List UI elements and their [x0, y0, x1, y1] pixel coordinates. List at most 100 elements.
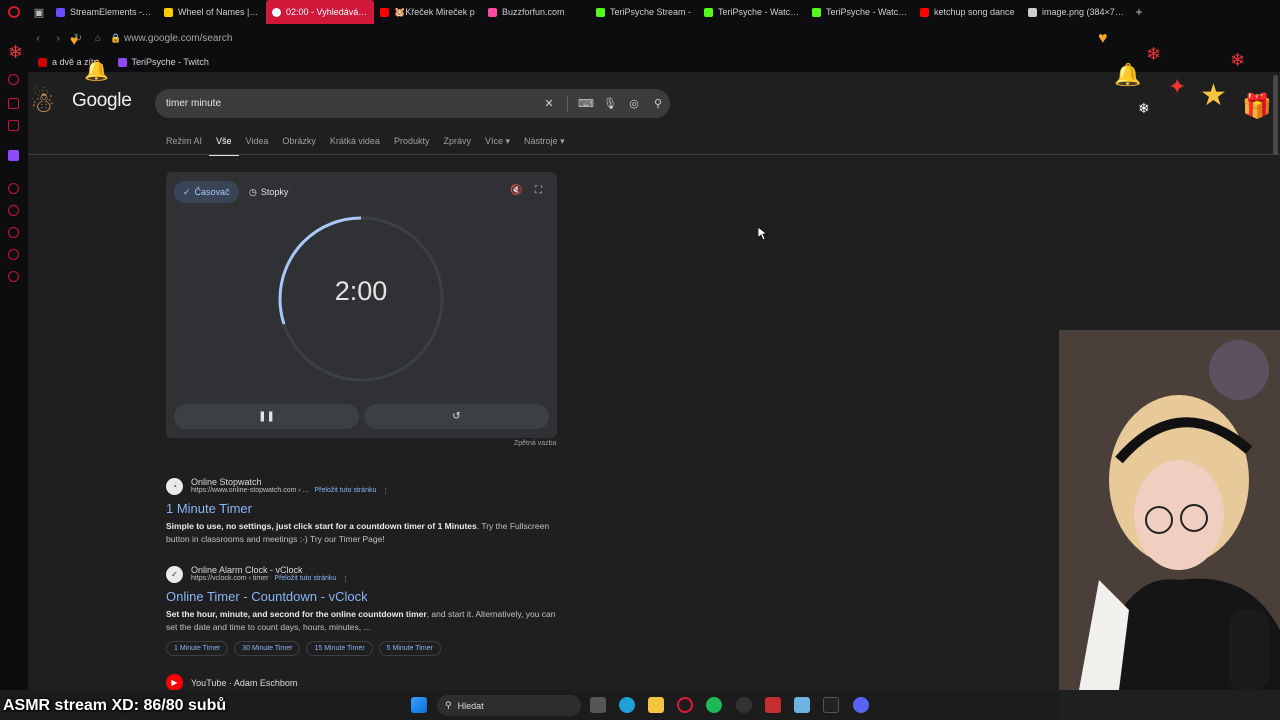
edge-icon[interactable]	[619, 697, 635, 713]
back-icon[interactable]: ‹	[28, 33, 48, 44]
search-box[interactable]: timer minute ✕ ⌨ 🎙 ◎ ⚲	[155, 89, 670, 118]
search-result: ✓ Online Alarm Clock - vClock https://vc…	[166, 565, 586, 656]
bookmark-favicon-icon	[38, 57, 47, 67]
star-decoration-icon: ★	[1200, 79, 1227, 112]
new-tab-button[interactable]: +	[1130, 5, 1148, 19]
twitch-icon[interactable]	[8, 150, 19, 161]
reset-icon: ↺	[452, 411, 461, 422]
kick-favicon-icon	[596, 7, 605, 17]
browser-tab[interactable]: TeriPsyche - Watch c	[698, 0, 806, 24]
task-view-icon[interactable]	[590, 697, 606, 713]
heart-icon[interactable]	[8, 205, 19, 216]
result-source[interactable]: ◔ Online Stopwatch https://www.online-st…	[166, 477, 586, 495]
stopwatch-mode-button[interactable]: ◷ Stopky	[240, 181, 297, 203]
timer-display: 2:00	[334, 276, 388, 306]
result-url: https://vclock.com › timer	[191, 575, 269, 582]
browser-tab[interactable]: TeriPsyche - Watch c	[806, 0, 914, 24]
tab-short-videos[interactable]: Krátká videa	[323, 133, 387, 156]
lens-icon[interactable]: ◎	[622, 97, 646, 110]
result-site-name: Online Alarm Clock - vClock	[191, 565, 303, 575]
tab-news[interactable]: Zprávy	[436, 133, 478, 156]
terminal-icon[interactable]	[823, 697, 839, 713]
search-input[interactable]: timer minute	[166, 98, 537, 109]
result-source[interactable]: ▶ YouTube · Adam Eschbom	[166, 674, 586, 691]
app-icon[interactable]	[736, 697, 752, 713]
taskbar-search[interactable]: ⚲ Hledat	[437, 695, 581, 716]
search-divider	[567, 95, 568, 112]
sidebar-icon[interactable]	[8, 74, 19, 85]
sidebar-icon[interactable]	[8, 249, 19, 260]
sidebar-icon[interactable]	[8, 98, 19, 109]
browser-tab[interactable]: TeriPsyche Stream -	[590, 0, 698, 24]
pause-button[interactable]: ❚❚	[174, 404, 359, 429]
file-explorer-icon[interactable]	[648, 697, 664, 713]
google-logo[interactable]: Google	[72, 90, 132, 112]
translate-link[interactable]: Přeložit tuto stránku	[315, 487, 377, 495]
browser-tab[interactable]: ketchup song dance	[914, 0, 1022, 24]
reset-button[interactable]: ↺	[364, 404, 549, 429]
more-options-icon[interactable]: ⋮	[382, 487, 389, 495]
youtube-favicon-icon: ▶	[166, 674, 183, 691]
browser-tab[interactable]: 🐹Křeček Mireček p	[374, 0, 482, 24]
settings-icon[interactable]	[8, 271, 19, 282]
tab-more[interactable]: Více ▾	[478, 133, 517, 156]
opera-logo-icon[interactable]	[0, 0, 28, 24]
browser-tab[interactable]: StreamElements - Ac	[50, 0, 158, 24]
result-title-link[interactable]: 1 Minute Timer	[166, 501, 586, 516]
spotify-icon[interactable]	[706, 697, 722, 713]
opera-gx-icon[interactable]	[677, 697, 693, 713]
browser-tab[interactable]: image.png (384×736)	[1022, 0, 1130, 24]
heart-decoration-icon: ♥	[70, 32, 79, 48]
browser-sidebar	[0, 24, 28, 720]
keyboard-icon[interactable]: ⌨	[574, 97, 598, 110]
kick-favicon-icon	[704, 7, 713, 17]
pause-icon: ❚❚	[258, 411, 275, 422]
tab-menu-icon[interactable]: ▣	[28, 0, 50, 24]
notepad-icon[interactable]	[794, 697, 810, 713]
tab-tools[interactable]: Nástroje ▾	[517, 133, 572, 156]
home-icon[interactable]: ⌂	[88, 33, 108, 44]
url-field[interactable]: www.google.com/search	[124, 33, 232, 44]
bookmark-item[interactable]: TeriPsyche - Twitch	[117, 57, 209, 67]
bookmarks-bar: a dvě a zítr... TeriPsyche - Twitch	[28, 52, 1280, 72]
snowflake-decoration-icon: ❄	[1138, 100, 1150, 116]
result-source[interactable]: ✓ Online Alarm Clock - vClock https://vc…	[166, 565, 586, 583]
timer-mode-button[interactable]: ✓ Časovač	[174, 181, 239, 203]
sitelink-chip[interactable]: 30 Minute Timer	[234, 641, 301, 656]
forward-icon[interactable]: ›	[48, 33, 68, 44]
history-icon[interactable]	[8, 227, 19, 238]
search-icon: ⚲	[445, 700, 452, 710]
fullscreen-icon[interactable]: ⛶	[535, 185, 542, 196]
clear-icon[interactable]: ✕	[537, 97, 561, 110]
address-bar: ‹ › ↻ ⌂ 🔒 www.google.com/search	[28, 24, 1280, 52]
microphone-icon[interactable]: 🎙	[598, 97, 622, 110]
discord-icon[interactable]	[853, 697, 869, 713]
windows-start-icon[interactable]	[411, 697, 427, 713]
translate-link[interactable]: Přeložit tuto stránku	[274, 575, 336, 583]
browser-tab-active[interactable]: 02:00 - Vyhledávání Goog	[266, 0, 374, 24]
tab-videos[interactable]: Videa	[239, 133, 276, 156]
tab-ai-mode[interactable]: Režim AI	[166, 133, 209, 156]
header-divider	[28, 154, 1280, 155]
sitelink-chip[interactable]: 5 Minute Timer	[378, 641, 441, 656]
result-site-name: Online Stopwatch	[191, 477, 262, 487]
mute-icon[interactable]: 🔇	[510, 185, 522, 196]
voicemod-icon[interactable]	[765, 697, 781, 713]
search-icon[interactable]: ⚲	[646, 97, 670, 110]
tab-products[interactable]: Produkty	[387, 133, 437, 156]
sidebar-icon[interactable]	[8, 183, 19, 194]
tab-images[interactable]: Obrázky	[275, 133, 323, 156]
timer-mode-label: Časovač	[194, 187, 230, 197]
sidebar-icon[interactable]	[8, 120, 19, 131]
result-title-link[interactable]: Online Timer - Countdown - vClock	[166, 589, 586, 604]
sitelink-chip[interactable]: 1 Minute Timer	[166, 641, 229, 656]
candy-cane-decoration-icon: ✦	[1168, 74, 1187, 99]
tab-all[interactable]: Vše	[209, 133, 239, 156]
browser-tab[interactable]: Wheel of Names | Ra	[158, 0, 266, 24]
feedback-link[interactable]: Zpětná vazba	[514, 440, 556, 447]
sitelink-chip[interactable]: 15 Minute Timer	[306, 641, 373, 656]
more-options-icon[interactable]: ⋮	[342, 575, 349, 583]
browser-tab[interactable]: Buzzforfun.com	[482, 0, 590, 24]
page-scrollbar[interactable]	[1273, 75, 1278, 155]
lock-icon[interactable]: 🔒	[108, 33, 124, 44]
